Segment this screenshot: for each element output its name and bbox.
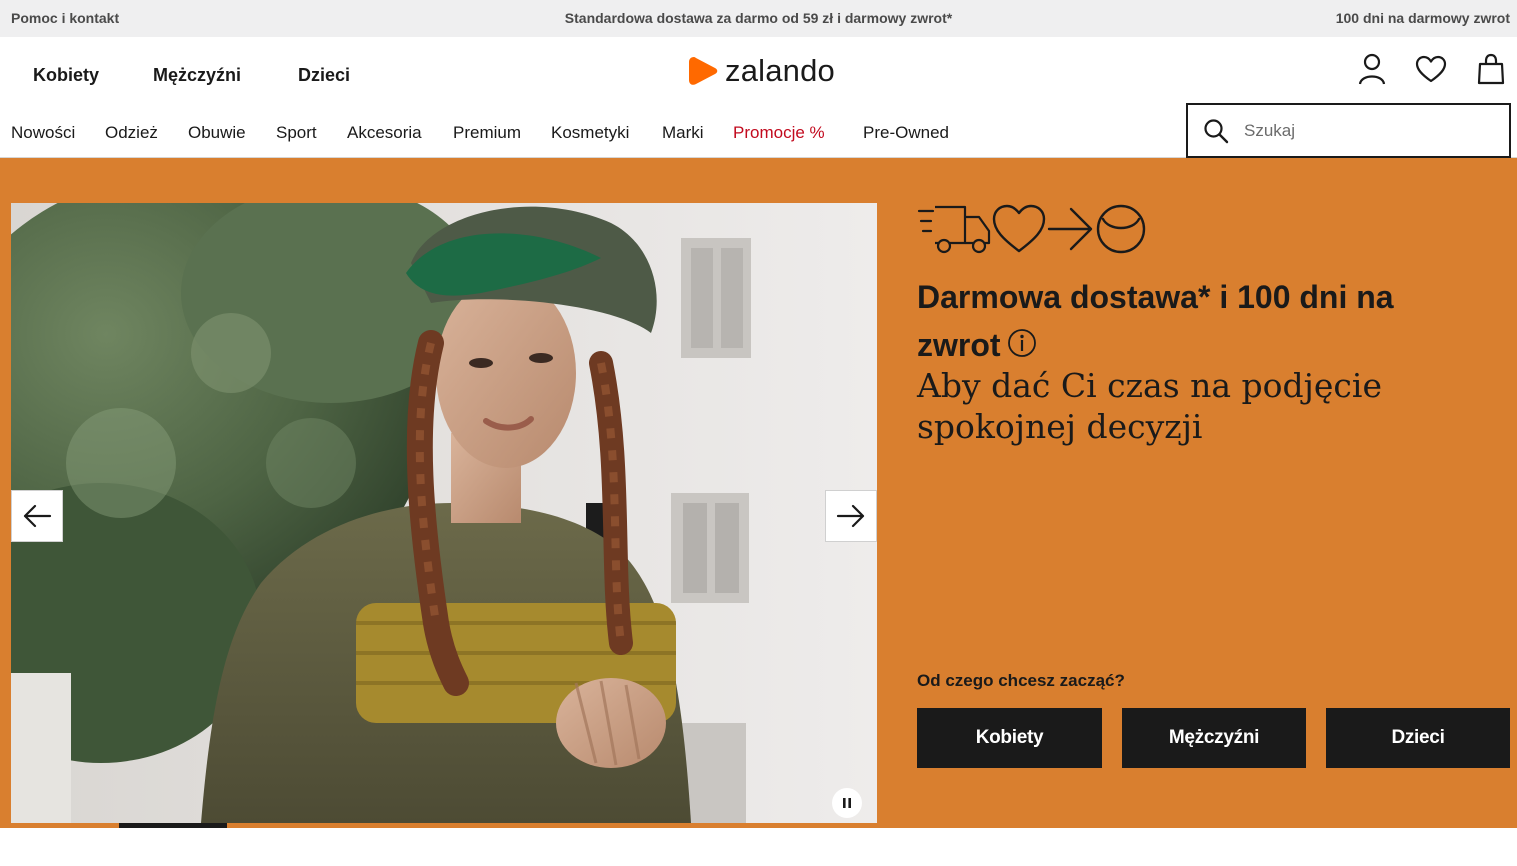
carousel-pause-button[interactable] (832, 788, 862, 818)
site-header: Kobiety Mężczyźni Dzieci zalando Nowości… (0, 37, 1517, 158)
cta-men-button[interactable]: Mężczyźni (1122, 708, 1306, 768)
info-icon[interactable] (1007, 323, 1037, 371)
pause-icon (843, 798, 851, 808)
carousel-progress-indicator (119, 823, 227, 828)
nav-item-clothing[interactable]: Odzież (105, 123, 158, 143)
nav-item-pre-owned[interactable]: Pre-Owned (863, 123, 949, 143)
nav-item-cosmetics[interactable]: Kosmetyki (551, 123, 629, 143)
gender-tab-women[interactable]: Kobiety (33, 65, 99, 86)
logo-wordmark: zalando (725, 53, 835, 88)
nav-item-promotions[interactable]: Promocje % (733, 123, 825, 143)
shopping-bag-icon[interactable] (1474, 52, 1508, 86)
hero-headline: Darmowa dostawa* i 100 dni na zwrot (917, 273, 1477, 371)
truck-icon (917, 205, 991, 254)
cta-women-button[interactable]: Kobiety (917, 708, 1102, 768)
arrow-right-icon (1047, 207, 1093, 251)
gender-tab-men[interactable]: Mężczyźni (153, 65, 241, 86)
nav-item-premium[interactable]: Premium (453, 123, 521, 143)
smile-icon (1096, 204, 1146, 254)
start-question: Od czego chcesz zacząć? (917, 671, 1125, 690)
hero-promo-panel: Darmowa dostawa* i 100 dni na zwrot Aby … (917, 203, 1510, 447)
user-icon[interactable] (1355, 52, 1389, 86)
nav-item-brands[interactable]: Marki (662, 123, 704, 143)
logo-play-icon (689, 57, 718, 85)
returns-info: 100 dni na darmowy zwrot (1335, 10, 1510, 26)
nav-item-sport[interactable]: Sport (276, 123, 317, 143)
hero-banner: Darmowa dostawa* i 100 dni na zwrot Aby … (0, 158, 1517, 828)
delivery-info: Standardowa dostawa za darmo od 59 zł i … (564, 10, 953, 26)
carousel-prev-button[interactable] (11, 490, 63, 542)
carousel-next-button[interactable] (825, 490, 877, 542)
arrow-left-icon (23, 504, 52, 528)
wishlist-heart-icon[interactable] (1414, 52, 1448, 86)
cta-kids-button[interactable]: Dzieci (1326, 708, 1510, 768)
nav-item-new[interactable]: Nowości (11, 123, 75, 143)
hero-headline-text: Darmowa dostawa* i 100 dni na zwrot (917, 279, 1394, 363)
arrow-right-icon (836, 504, 865, 528)
zalando-logo[interactable]: zalando (688, 53, 835, 89)
search-box[interactable] (1186, 103, 1511, 158)
hero-subline: Aby dać Ci czas na podjęcie spokojnej de… (917, 366, 1382, 446)
search-icon (1202, 117, 1230, 145)
hero-carousel-image (11, 203, 877, 823)
top-info-bar: Pomoc i kontakt Standardowa dostawa za d… (0, 0, 1517, 37)
heart-icon (992, 204, 1046, 253)
gender-tab-kids[interactable]: Dzieci (298, 65, 350, 86)
search-input[interactable] (1244, 120, 1484, 141)
nav-item-shoes[interactable]: Obuwie (188, 123, 246, 143)
promo-icon-row (917, 203, 1510, 255)
nav-item-accessories[interactable]: Akcesoria (347, 123, 422, 143)
